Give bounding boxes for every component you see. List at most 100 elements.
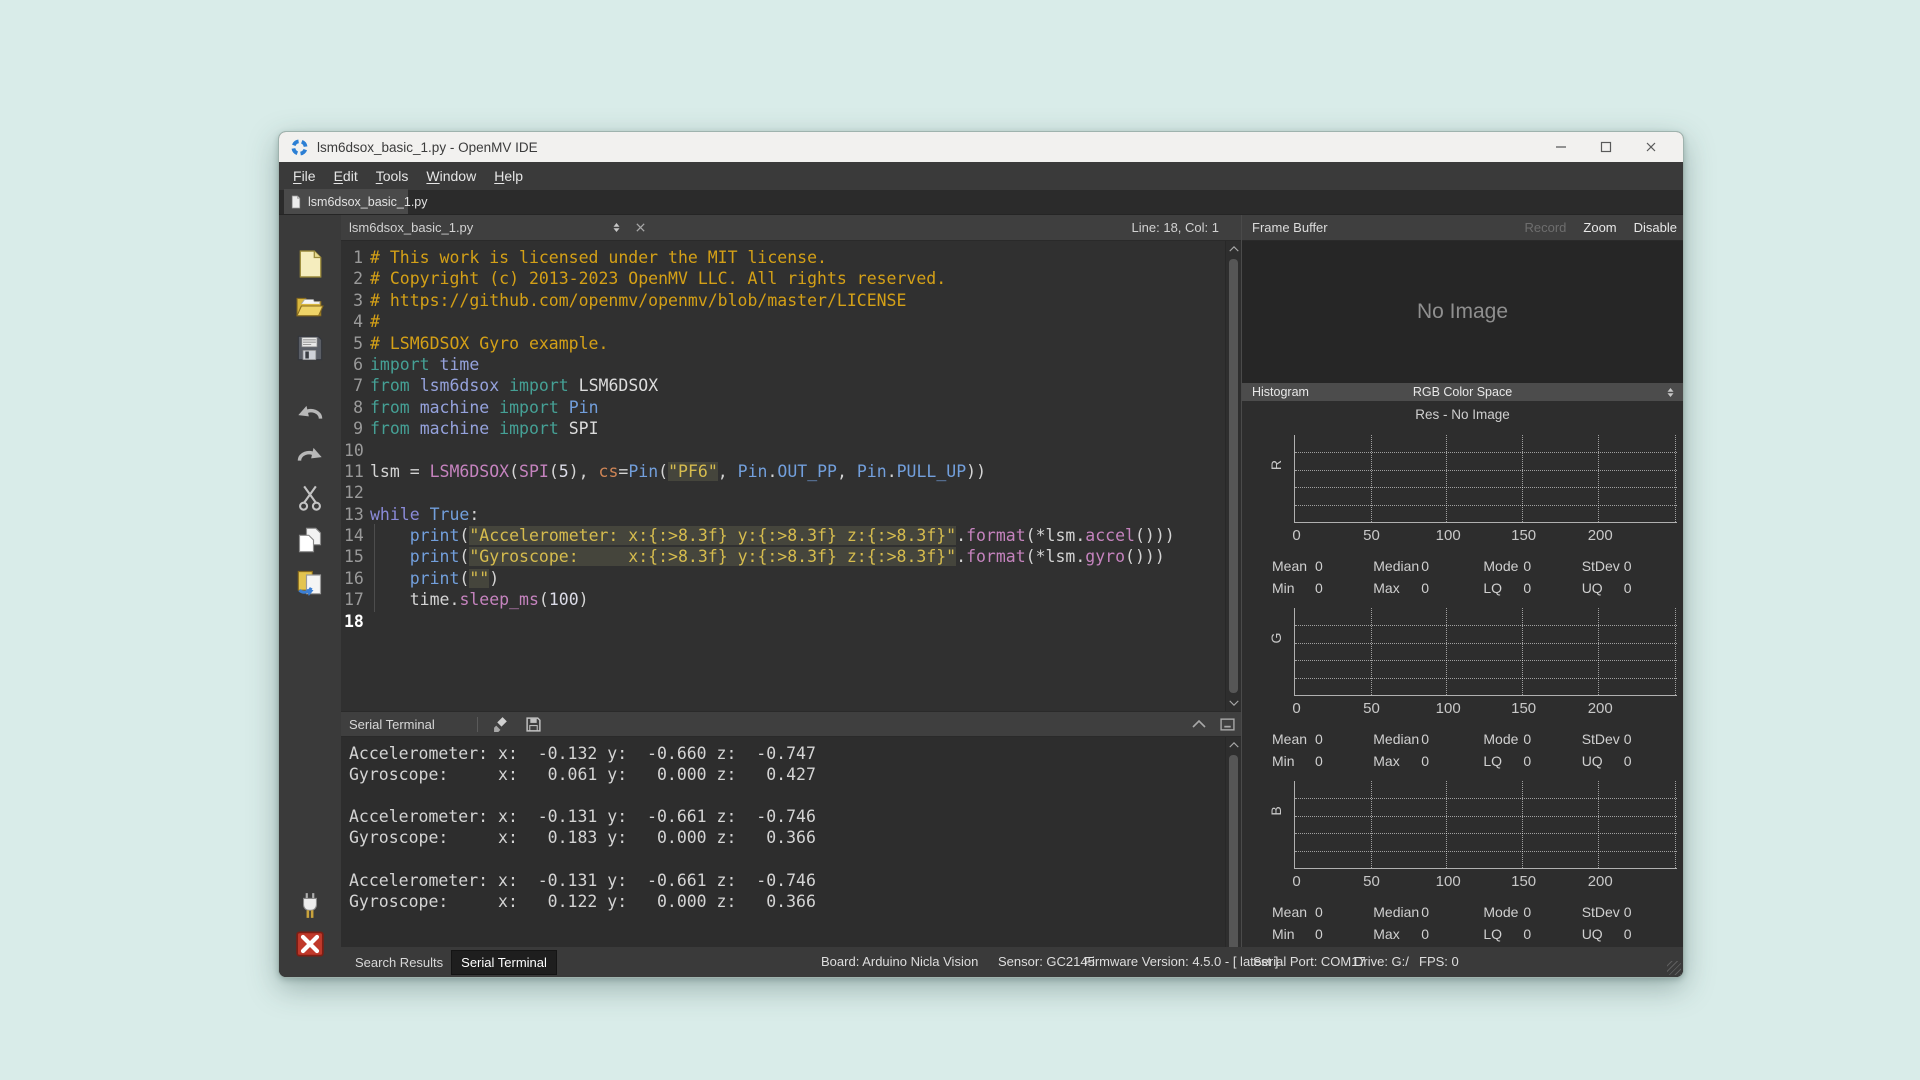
menu-file[interactable]: File [284, 164, 325, 188]
cut-icon [296, 484, 324, 517]
minimize-button[interactable] [1538, 132, 1583, 162]
frame-buffer-view: No Image [1242, 241, 1683, 383]
code-line-9: 9 from machine import SPI [353, 419, 599, 439]
code-line-18: 18 [344, 611, 364, 631]
code-line-5: 5 # LSM6DSOX Gyro example. [353, 333, 609, 353]
frame-buffer-panel: Frame Buffer Record Zoom Disable No Imag… [1241, 215, 1683, 977]
code-line-4: 4 # [353, 312, 380, 332]
cut-button[interactable] [295, 485, 325, 515]
updown-arrows-icon[interactable] [1666, 386, 1675, 399]
stat-mode: Mode 0 [1483, 558, 1532, 574]
zoom-button[interactable]: Zoom [1583, 220, 1616, 235]
statusbar-tab-serial-terminal[interactable]: Serial Terminal [451, 949, 557, 975]
disconnect-icon [296, 930, 324, 963]
new-file-button[interactable] [295, 249, 325, 281]
stat-lq: LQ 0 [1483, 580, 1532, 596]
connect-button[interactable] [295, 892, 325, 923]
scroll-up-icon[interactable] [1226, 241, 1241, 257]
terminal-line: Gyroscope: x: 0.061 y: 0.000 z: 0.427 [349, 765, 816, 785]
maximize-button[interactable] [1583, 132, 1628, 162]
terminal-scroll-thumb[interactable] [1229, 755, 1238, 959]
channel-axis-label: R [1268, 459, 1284, 471]
undo-button[interactable] [295, 401, 325, 431]
channel-stats: Mean 0 Median 0 Mode 0 StDev 0 Min 0 Max 0 LQ 0 UQ 0 [1272, 728, 1679, 772]
statusbar-tab-search-results[interactable]: Search Results [346, 951, 452, 974]
color-space-dropdown[interactable]: RGB Color Space [1242, 385, 1683, 399]
stat-max: Max 0 [1373, 926, 1430, 942]
code-line-12: 12 [344, 483, 364, 503]
symbol-selector-label: lsm6dsox_basic_1.py [349, 220, 474, 235]
detach-terminal-icon[interactable] [1220, 717, 1235, 731]
toolbar-sidebar [279, 215, 341, 977]
editor-scrollbar[interactable] [1225, 241, 1241, 711]
code-editor[interactable]: 1 # This work is licensed under the MIT l… [341, 241, 1241, 711]
terminal-line: Accelerometer: x: -0.131 y: -0.661 z: -0… [349, 807, 816, 827]
terminal-line: Accelerometer: x: -0.131 y: -0.661 z: -0… [349, 870, 816, 890]
copy-button[interactable] [295, 527, 325, 557]
redo-button[interactable] [295, 443, 325, 473]
close-button[interactable] [1628, 132, 1673, 162]
stat-mode: Mode 0 [1483, 731, 1532, 747]
clear-terminal-icon[interactable] [493, 716, 510, 733]
status-firmware-version: Firmware Version: 4.5.0 - [ latest ] [1084, 954, 1279, 969]
redo-icon [296, 442, 324, 475]
open-file-button[interactable] [295, 293, 325, 323]
code-line-17: 17 time.sleep_ms(100) [344, 588, 1241, 612]
status-board: Board: Arduino Nicla Vision [821, 954, 979, 969]
cursor-position: Line: 18, Col: 1 [1131, 220, 1219, 235]
menu-window[interactable]: Window [417, 164, 485, 188]
window-title: lsm6dsox_basic_1.py - OpenMV IDE [317, 139, 538, 155]
disconnect-button[interactable] [295, 930, 325, 963]
channel-stats: Mean 0 Median 0 Mode 0 StDev 0 Min 0 Max 0 LQ 0 UQ 0 [1272, 555, 1679, 599]
collapse-terminal-icon[interactable] [1192, 720, 1206, 728]
histogram-channel-g: G 0 50 100 150 200 Mean 0 Median 0 Mode 0 StDev 0 Min 0… [1242, 600, 1683, 773]
openmv-ide-window: lsm6dsox_basic_1.py - OpenMV IDE File Edi… [278, 131, 1684, 978]
histogram-bar: Histogram RGB Color Space [1242, 383, 1683, 401]
terminal-scrollbar[interactable] [1225, 737, 1241, 977]
menu-edit[interactable]: Edit [325, 164, 367, 188]
disable-button[interactable]: Disable [1634, 220, 1677, 235]
terminal-line: Gyroscope: x: 0.183 y: 0.000 z: 0.366 [349, 828, 816, 848]
histogram-channel-r: R 0 50 100 150 200 Mean 0 Median 0 Mode 0 StDev 0 Min 0… [1242, 427, 1683, 600]
channel-axis-label: G [1268, 632, 1284, 644]
title-bar: lsm6dsox_basic_1.py - OpenMV IDE [279, 132, 1683, 162]
stat-mean: Mean 0 [1272, 731, 1323, 747]
serial-terminal-output[interactable]: Accelerometer: x: -0.132 y: -0.660 z: -0… [341, 737, 1241, 977]
stat-uq: UQ 0 [1581, 580, 1632, 596]
scroll-up-icon[interactable] [1226, 737, 1241, 753]
save-file-button[interactable] [295, 335, 325, 365]
frame-buffer-title: Frame Buffer [1252, 220, 1328, 235]
serial-terminal-title: Serial Terminal [349, 716, 435, 732]
editor-close-icon[interactable] [635, 222, 646, 233]
x-axis-ticks: 0 50 100 150 200 [1292, 700, 1613, 717]
record-button: Record [1524, 220, 1567, 235]
code-line-14: 14 print("Accelerometer: x:{:>8.3f} y:{:… [344, 524, 1241, 548]
channel-plot [1294, 608, 1677, 696]
code-line-3: 3 # https://github.com/openmv/openmv/blob… [353, 290, 907, 310]
menu-tools[interactable]: Tools [367, 164, 418, 188]
stat-min: Min 0 [1272, 753, 1323, 769]
editor-terminal-column: lsm6dsox_basic_1.py Line: 18, Col: 1 1 # … [341, 215, 1241, 977]
channel-axis-label: B [1268, 806, 1284, 816]
stat-mode: Mode 0 [1483, 904, 1532, 920]
save-log-icon[interactable] [525, 716, 542, 733]
code-line-10: 10 [344, 440, 364, 460]
file-icon [290, 195, 302, 209]
stat-max: Max 0 [1373, 580, 1430, 596]
stat-lq: LQ 0 [1483, 753, 1532, 769]
stat-min: Min 0 [1272, 580, 1323, 596]
terminal-line: Gyroscope: x: 0.122 y: 0.000 z: 0.366 [349, 891, 816, 911]
scroll-down-icon[interactable] [1226, 695, 1241, 711]
menu-help[interactable]: Help [485, 164, 532, 188]
main-area: lsm6dsox_basic_1.py Line: 18, Col: 1 1 # … [279, 215, 1683, 977]
editor-scroll-thumb[interactable] [1229, 259, 1238, 693]
updown-arrows-icon [612, 221, 621, 234]
resize-grip[interactable] [1667, 961, 1681, 975]
save-file-icon [296, 334, 324, 367]
paste-button[interactable] [295, 569, 325, 599]
divider [476, 716, 478, 732]
symbol-selector-dropdown[interactable]: lsm6dsox_basic_1.py [349, 220, 621, 235]
stat-median: Median 0 [1373, 558, 1430, 574]
tab-lsm6dsox-basic-1[interactable]: lsm6dsox_basic_1.py [284, 189, 428, 214]
